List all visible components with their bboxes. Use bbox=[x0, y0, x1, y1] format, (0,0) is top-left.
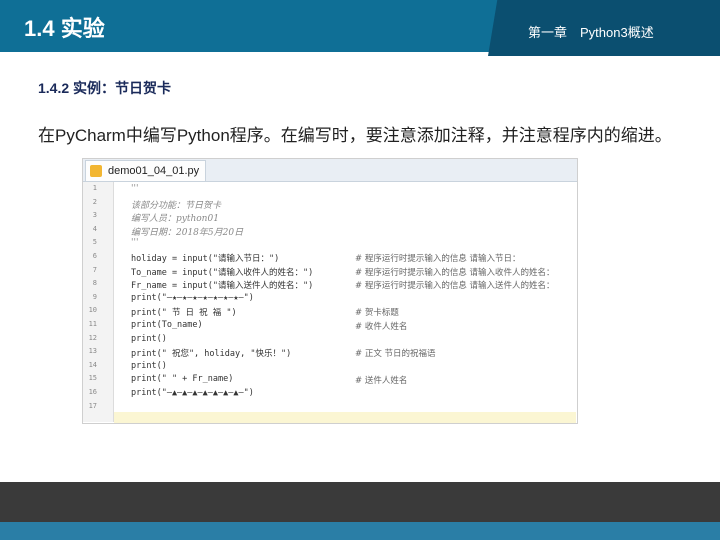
line-number: 8 bbox=[92, 279, 97, 288]
code-line: 该部分功能：节日贺卡 bbox=[131, 200, 222, 211]
code-line: print("—★—★—★—★—★—★—★—") bbox=[131, 292, 254, 303]
code-comment: # 收件人姓名 bbox=[355, 322, 408, 332]
code-line: print(" 祝您", holiday, "快乐！") bbox=[131, 349, 292, 360]
line-number: 13 bbox=[88, 347, 97, 356]
slide-header: 1.4 实验 第一章 Python3概述 bbox=[0, 0, 720, 56]
footer-band bbox=[0, 522, 720, 540]
code-line: print(" 节 日 祝 福 ") bbox=[131, 308, 237, 319]
editor-tab-label: demo01_04_01.py bbox=[108, 165, 200, 177]
code-line: ''' bbox=[131, 238, 139, 249]
code-editor-screenshot: demo01_04_01.py 1 ''' 2 该部分功能：节日贺卡 3 编写人员：pyt… bbox=[82, 158, 578, 424]
editor-tab[interactable]: demo01_04_01.py bbox=[85, 160, 207, 181]
python-file-icon bbox=[90, 165, 102, 177]
code-line: print() bbox=[131, 333, 167, 344]
line-number: 2 bbox=[92, 197, 97, 206]
line-number: 5 bbox=[92, 238, 97, 247]
code-line: To_name = input("请输入收件人的姓名：") bbox=[131, 267, 314, 278]
line-number: 14 bbox=[88, 360, 97, 369]
line-number: 4 bbox=[92, 224, 97, 233]
line-number: 12 bbox=[88, 333, 97, 342]
instruction-paragraph: 在PyCharm中编写Python程序。在编写时，要注意添加注释，并注意程序内的… bbox=[38, 126, 672, 145]
code-comment: # 送件人姓名 bbox=[355, 376, 408, 387]
editor-tab-bar: demo01_04_01.py bbox=[83, 159, 577, 182]
code-line: Fr_name = input("请输入送件人的姓名：") bbox=[131, 281, 314, 292]
code-comment: # 贺卡标题 bbox=[355, 308, 399, 319]
chapter-label: 第一章 Python3概述 bbox=[528, 25, 654, 40]
code-comment: # 程序运行时提示输入的信息 请输入收件人的姓名： bbox=[355, 267, 555, 278]
line-number: 6 bbox=[92, 252, 97, 260]
code-line: 编写人员：python01 bbox=[131, 214, 219, 225]
line-number: 3 bbox=[92, 211, 97, 220]
line-number: 9 bbox=[92, 292, 97, 301]
line-number: 1 bbox=[92, 184, 97, 192]
code-comment: # 程序运行时提示输入的信息 请输入送件人的姓名： bbox=[355, 281, 555, 292]
line-number: 15 bbox=[88, 374, 97, 383]
line-number: 17 bbox=[88, 401, 97, 410]
code-line: print(To_name) bbox=[131, 320, 203, 330]
code-line: print() bbox=[131, 360, 167, 371]
code-line: 编写日期：2018年5月20日 bbox=[131, 227, 244, 238]
section-title: 1.4.2 实例：节日贺卡 bbox=[38, 80, 172, 96]
line-number: 7 bbox=[92, 265, 97, 274]
code-line: ''' bbox=[131, 184, 139, 194]
line-number: 10 bbox=[88, 306, 97, 315]
slide-title: 1.4 实验 bbox=[24, 16, 105, 41]
code-comment: # 正文 节日的祝福语 bbox=[355, 349, 436, 360]
code-line: print("—▲—▲—▲—▲—▲—▲—▲—") bbox=[131, 388, 254, 398]
code-line: print(" " + Fr_name) bbox=[131, 374, 234, 385]
code-line: holiday = input("请输入节日：") bbox=[131, 254, 280, 264]
line-number: 11 bbox=[88, 320, 97, 328]
line-number: 16 bbox=[88, 388, 97, 396]
code-comment: # 程序运行时提示输入的信息 请输入节日： bbox=[355, 254, 521, 264]
current-line-highlight bbox=[114, 412, 576, 423]
